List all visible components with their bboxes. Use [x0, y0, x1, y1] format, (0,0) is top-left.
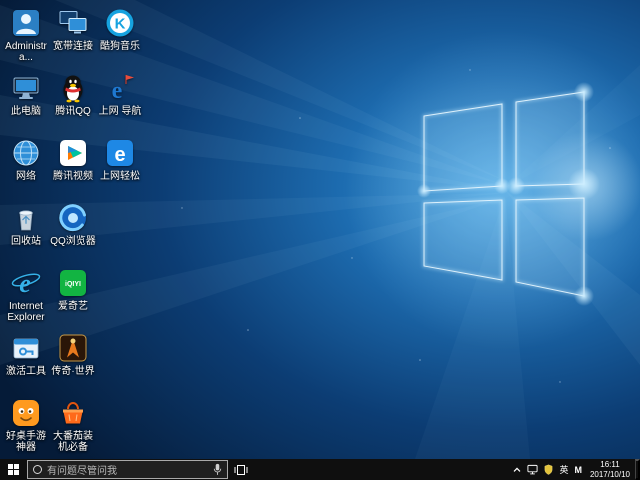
icon-label: 好桌手游神器 — [3, 431, 49, 453]
hidden-icons-chevron[interactable] — [510, 459, 524, 480]
desktop-icon-game-helper[interactable]: 好桌手游神器 — [3, 397, 49, 453]
search-box[interactable]: 有问题尽管问我 — [27, 460, 228, 479]
easy-e-icon: e — [104, 137, 136, 169]
icon-label: 大番茄装机必备 — [50, 431, 96, 453]
task-view-icon — [234, 464, 248, 476]
security-shield-icon — [544, 464, 553, 475]
icon-label: 爱奇艺 — [50, 301, 96, 312]
ime-label: 英 — [559, 463, 568, 476]
desktop-icon-easy-e[interactable]: e 上网轻松 — [97, 137, 143, 182]
desktop-icon-legend[interactable]: 传奇·世界 — [50, 332, 96, 377]
desktop-icon-tomato[interactable]: 大番茄装机必备 — [50, 397, 96, 453]
tomato-icon — [57, 397, 89, 429]
desktop-icon-administrator[interactable]: Administra... — [3, 7, 49, 63]
svg-text:K: K — [115, 16, 126, 33]
broadband-icon — [57, 7, 89, 39]
desktop-icon-broadband[interactable]: 宽带连接 — [50, 7, 96, 52]
clock-date: 2017/10/10 — [590, 470, 630, 480]
desktop-icon-ie[interactable]: eInternet Explorer — [3, 267, 49, 323]
recycle-bin-icon — [10, 202, 42, 234]
svg-text:iQIYI: iQIYI — [65, 281, 81, 288]
qq-browser-icon — [57, 202, 89, 234]
desktop-icon-network[interactable]: 网络 — [3, 137, 49, 182]
desktop-icon-nav-e[interactable]: e 上网 导航 — [97, 72, 143, 117]
taskbar: 有问题尽管问我 — [0, 459, 640, 480]
windows-logo-icon — [8, 464, 19, 475]
chevron-up-icon — [513, 466, 521, 474]
icon-label: 回收站 — [3, 236, 49, 247]
tencent-qq-icon — [57, 72, 89, 104]
icon-label: 上网轻松 — [97, 171, 143, 182]
icon-label: 此电脑 — [3, 106, 49, 117]
show-desktop-button[interactable] — [635, 459, 640, 480]
network-icon — [527, 464, 538, 475]
cortana-icon — [33, 465, 42, 474]
desktop-icon-recycle-bin[interactable]: 回收站 — [3, 202, 49, 247]
input-badge-label: M — [574, 465, 582, 475]
icon-label: 腾讯QQ — [50, 106, 96, 117]
game-helper-icon — [10, 397, 42, 429]
icon-label: 腾讯视频 — [50, 171, 96, 182]
desktop-icon-qq-browser[interactable]: QQ浏览器 — [50, 202, 96, 247]
desktop-icon-tencent-qq[interactable]: 腾讯QQ — [50, 72, 96, 117]
system-tray: 英 M 16:11 2017/10/10 — [510, 459, 640, 480]
desktop-icon-kugou[interactable]: K 酷狗音乐 — [97, 7, 143, 52]
icon-label: QQ浏览器 — [50, 236, 96, 247]
svg-text:e: e — [114, 144, 125, 166]
desktop-icon-grid: Administra...宽带连接 K 酷狗音乐此电脑腾讯QQ e 上网 导航网络腾讯视… — [0, 0, 150, 459]
kugou-icon: K — [104, 7, 136, 39]
tencent-video-icon — [57, 137, 89, 169]
desktop-icon-iqiyi[interactable]: iQIYI 爱奇艺 — [50, 267, 96, 312]
desktop-icon-activation[interactable]: 激活工具 — [3, 332, 49, 377]
ime-indicator[interactable]: 英 — [556, 459, 571, 480]
microphone-icon[interactable] — [213, 463, 222, 476]
clock[interactable]: 16:11 2017/10/10 — [585, 460, 635, 479]
network-tray-button[interactable] — [524, 459, 541, 480]
activation-icon — [10, 332, 42, 364]
this-pc-icon — [10, 72, 42, 104]
administrator-icon — [10, 7, 42, 39]
desktop-icon-this-pc[interactable]: 此电脑 — [3, 72, 49, 117]
search-placeholder-text: 有问题尽管问我 — [47, 462, 208, 477]
nav-e-icon: e — [104, 72, 136, 104]
icon-label: 上网 导航 — [97, 106, 143, 117]
desktop: Administra...宽带连接 K 酷狗音乐此电脑腾讯QQ e 上网 导航网络腾讯视… — [0, 0, 640, 480]
start-button[interactable] — [0, 459, 27, 480]
task-view-button[interactable] — [228, 459, 254, 480]
svg-text:e: e — [112, 78, 123, 104]
ie-icon: e — [10, 267, 42, 299]
clock-time: 16:11 — [600, 460, 619, 470]
desktop-icon-tencent-video[interactable]: 腾讯视频 — [50, 137, 96, 182]
icon-label: 酷狗音乐 — [97, 41, 143, 52]
icon-label: Administra... — [3, 41, 49, 63]
security-tray-button[interactable] — [541, 459, 556, 480]
legend-icon — [57, 332, 89, 364]
icon-label: 宽带连接 — [50, 41, 96, 52]
icon-label: 传奇·世界 — [50, 366, 96, 377]
network-icon — [10, 137, 42, 169]
icon-label: 网络 — [3, 171, 49, 182]
icon-label: Internet Explorer — [3, 301, 49, 323]
icon-label: 激活工具 — [3, 366, 49, 377]
input-method-badge[interactable]: M — [571, 459, 585, 480]
iqiyi-icon: iQIYI — [57, 267, 89, 299]
